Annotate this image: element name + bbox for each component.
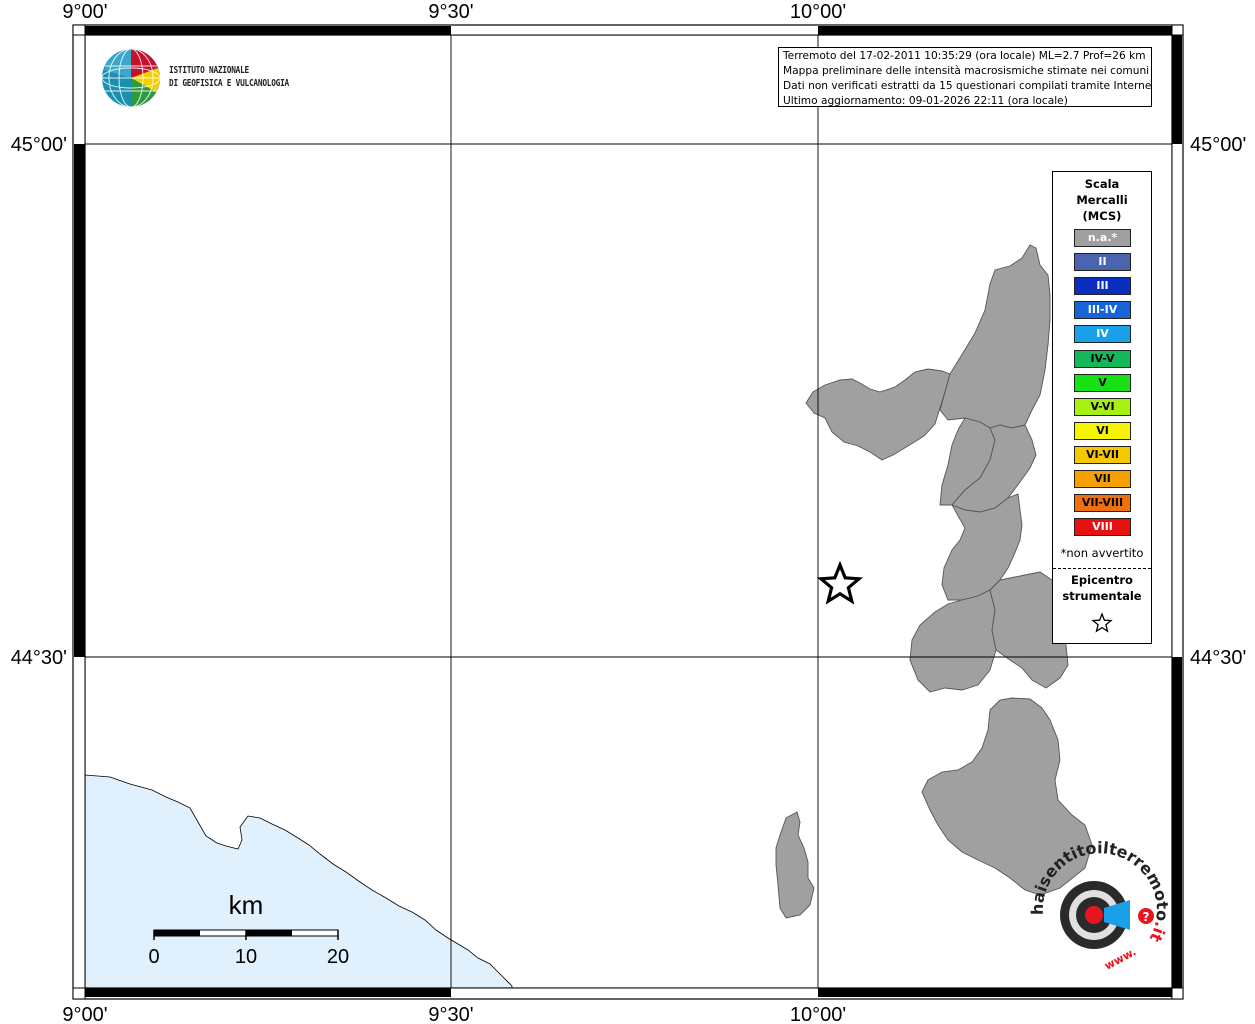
legend-swatch: VI [1074,421,1131,440]
institute-name: ISTITUTO NAZIONALE DI GEOFISICA E VULCAN… [169,64,289,90]
legend-divider [1053,568,1151,569]
legend-swatch: VII [1074,470,1131,488]
legend-note: *non avvertito [1060,546,1144,560]
event-info-line: Terremoto del 17-02-2011 10:35:29 (ora l… [783,50,1146,62]
lon-label-top: 9°00' [62,1,107,23]
lat-label-right: 44°30' [1190,647,1246,669]
ingv-logo-icon [101,48,161,108]
lon-label-top: 10°00' [790,1,846,23]
lat-label-left: 44°30' [11,647,67,669]
legend-swatch: n.a.* [1074,229,1131,247]
legend-swatch: VII-VIII [1074,494,1131,513]
legend-swatch: V-VI [1074,397,1131,416]
scale-tick-label: 0 [148,946,159,968]
lat-label-right: 45°00' [1190,134,1246,156]
lon-label-bottom: 10°00' [790,1004,846,1024]
lat-label-left: 45°00' [11,134,67,156]
legend-title-line: Mercalli [1076,193,1128,207]
scale-tick-label: 10 [235,946,257,968]
legend-swatch: IV-V [1074,349,1131,368]
legend-swatch: II [1074,253,1131,272]
legend-title: Scala Mercalli (MCS) [1053,176,1151,224]
legend-title-line: (MCS) [1082,209,1122,223]
event-info-line: Dati non verificati estratti da 15 quest… [783,80,1152,92]
lon-label-bottom: 9°00' [62,1004,107,1024]
legend-swatch: VI-VII [1074,445,1131,464]
event-info-line: Ultimo aggiornamento: 09-01-2026 22:11 (… [783,95,1068,107]
lon-label-top: 9°30' [428,1,473,23]
lon-label-bottom: 9°30' [428,1004,473,1024]
legend-swatch: V [1074,373,1131,392]
mcs-legend: Scala Mercalli (MCS) n.a.* II III III-IV IV I… [1052,171,1152,644]
legend-swatch: III [1074,277,1131,296]
legend-swatch: VIII [1074,518,1131,537]
scale-tick-label: 20 [327,946,349,968]
institute-name-line2: DI GEOFISICA E VULCANOLOGIA [169,78,289,89]
legend-swatch: III-IV [1074,301,1131,320]
legend-title-line: Scala [1084,177,1120,191]
scale-unit-label: km [229,890,264,920]
badge-question-mark: ? [1143,910,1150,924]
legend-epicenter-line: Epicentro [1071,573,1133,587]
institute-name-line1: ISTITUTO NAZIONALE [169,65,250,76]
legend-epicenter-line: strumentale [1062,589,1142,603]
legend-swatch: IV [1074,325,1131,344]
event-info-box: Terremoto del 17-02-2011 10:35:29 (ora l… [778,47,1152,107]
event-info-line: Mappa preliminare delle intensità macros… [783,65,1150,77]
legend-epicenter-label: Epicentro strumentale [1053,572,1151,604]
legend-star-icon [1091,612,1113,633]
